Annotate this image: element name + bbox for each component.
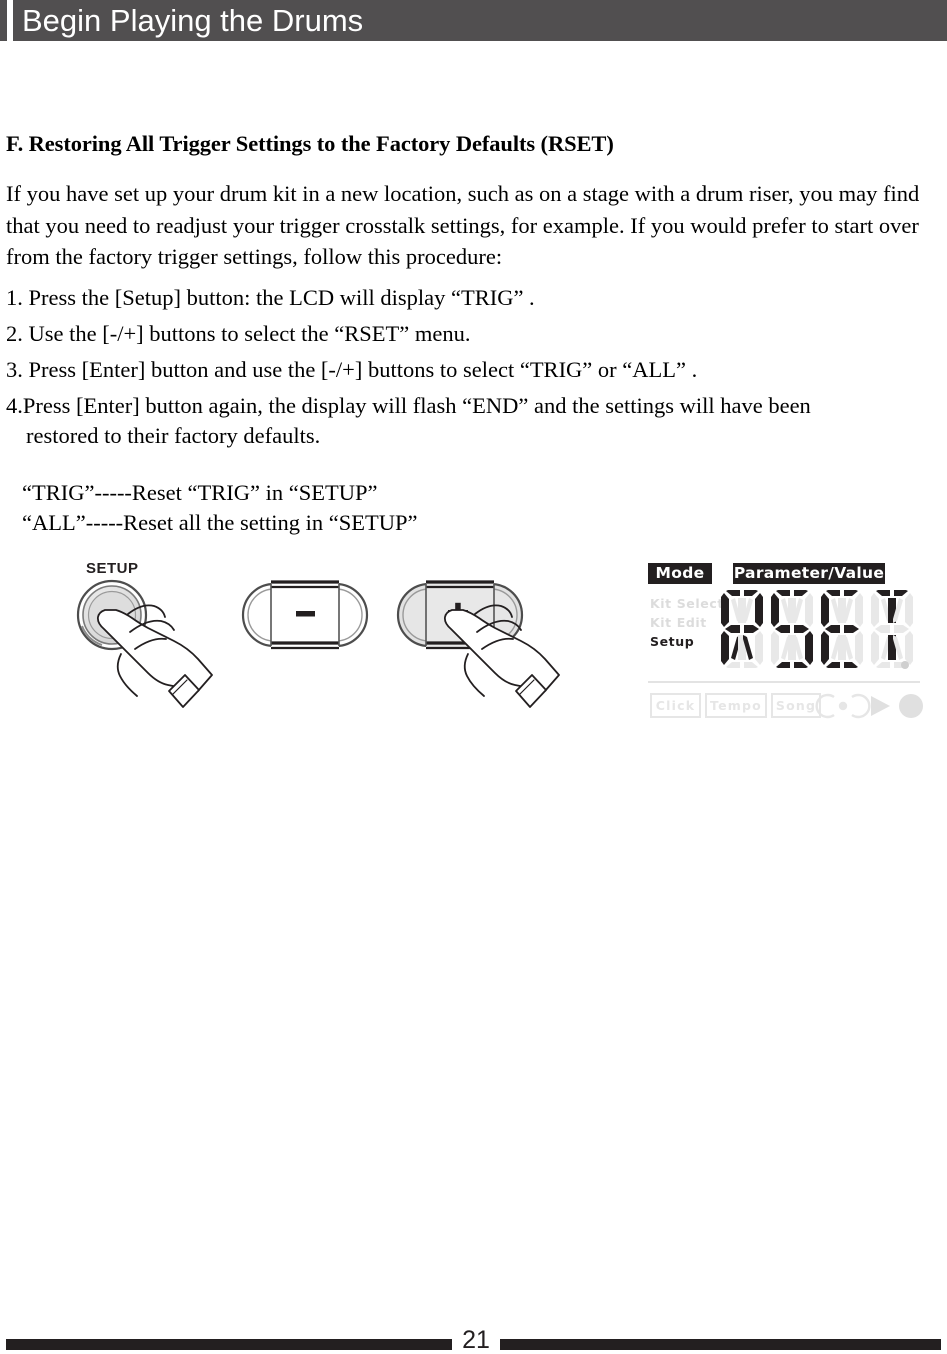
lcd-mode-setup: Setup: [650, 634, 695, 649]
procedure-step-3: 3. Press [Enter] button and use the [-/+…: [6, 357, 698, 382]
lcd-bottom-row: Click Tempo Song: [650, 693, 923, 723]
procedure-step-4-line-1: 4.Press [Enter] button again, the displa…: [6, 393, 811, 418]
lcd-segment-char-3: [871, 590, 913, 668]
lcd-segment-char-2: [821, 590, 863, 668]
footer-rule-right: [500, 1339, 941, 1350]
procedure-step-1: 1. Press the [Setup] button: the LCD wil…: [6, 285, 535, 310]
page-number: 21: [462, 1326, 490, 1354]
reset-option-list: “TRIG”-----Reset “TRIG” in “SETUP” “ALL”…: [22, 478, 418, 538]
lcd-mode-kit-edit: Kit Edit: [650, 615, 707, 630]
procedure-step-4-line-2: restored to their factory defaults.: [26, 423, 321, 448]
minus-glyph-icon: [296, 611, 315, 617]
lcd-indicator-click: Click: [650, 693, 701, 718]
reset-option-trig: “TRIG”-----Reset “TRIG” in “SETUP”: [22, 480, 378, 505]
circle-icon: [899, 694, 923, 718]
hand-pressing-setup-icon: [96, 604, 213, 708]
lcd-tag-mode: Mode: [648, 563, 712, 584]
setup-button-label: SETUP: [86, 560, 139, 577]
page-title: Begin Playing the Drums: [22, 3, 364, 38]
lcd-indicator-song: Song: [771, 693, 821, 718]
page-header-bar: Begin Playing the Drums: [0, 0, 947, 41]
lcd-decimal-point-icon: [901, 661, 909, 669]
procedure-step-2: 2. Use the [-/+] buttons to select the “…: [6, 321, 471, 346]
lcd-transport-icons: [815, 693, 923, 719]
lcd-indicator-tempo: Tempo: [705, 693, 767, 718]
page-footer: 21: [0, 1327, 947, 1354]
lcd-segment-char-0: [721, 590, 763, 668]
hand-pressing-plus-icon: [443, 604, 560, 708]
lcd-segment-readout: [720, 589, 920, 671]
record-icon: [815, 693, 871, 719]
play-icon: [871, 696, 890, 716]
lcd-divider: [648, 681, 920, 683]
lcd-segment-char-1: [771, 590, 813, 668]
minus-button-group[interactable]: [241, 580, 369, 650]
lcd-mode-kit-select: Kit Select: [650, 596, 724, 611]
lcd-tag-parameter: Parameter/Value: [733, 563, 885, 584]
section-heading: F. Restoring All Trigger Settings to the…: [6, 131, 614, 156]
footer-rule-left: [6, 1339, 452, 1350]
lcd-display-panel: Mode Parameter/Value Kit Select Kit Edit…: [648, 563, 923, 725]
procedure-step-4: 4.Press [Enter] button again, the displa…: [6, 391, 936, 451]
lcd-mode-list: Kit Select Kit Edit Setup: [650, 594, 724, 651]
header-notch: [7, 0, 13, 41]
section-intro-paragraph: If you have set up your drum kit in a ne…: [6, 181, 920, 269]
reset-option-all: “ALL”-----Reset all the setting in “SETU…: [22, 510, 418, 535]
